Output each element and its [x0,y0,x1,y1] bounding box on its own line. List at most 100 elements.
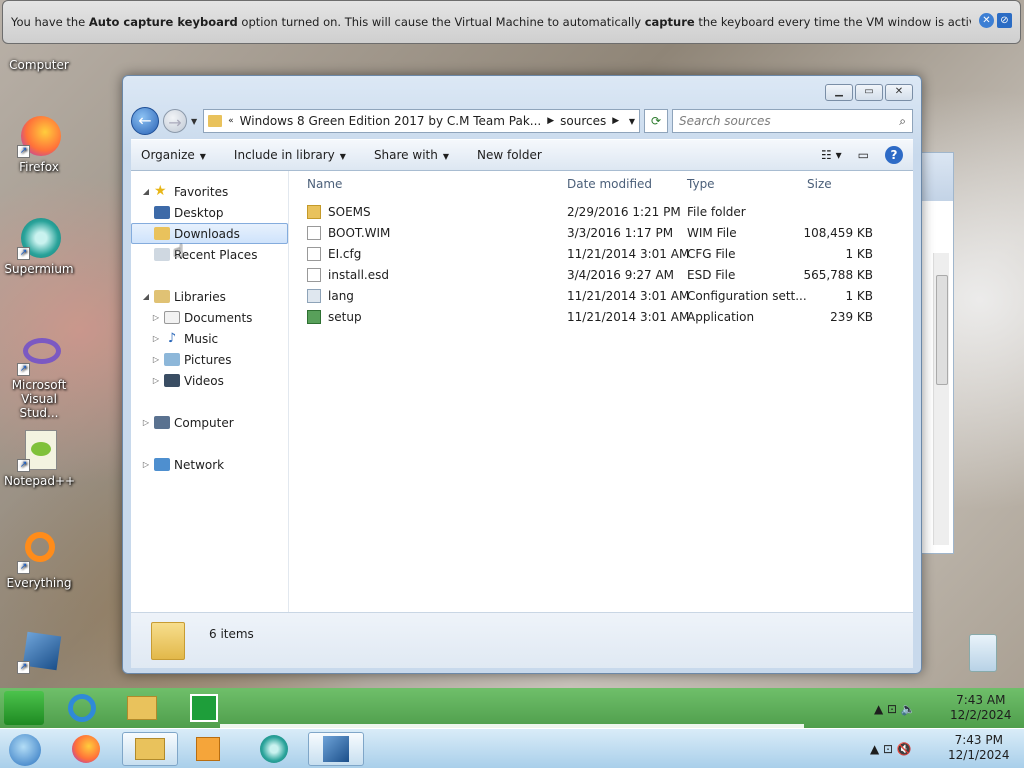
host-virtualbox-icon[interactable] [308,732,364,766]
desktop-icon-firefox[interactable]: ↗ Firefox [4,114,74,174]
computer-icon [154,416,170,429]
desktop-icon-visual-studio[interactable]: ↗ Microsoft Visual Stud... [4,332,74,420]
close-notification-icon[interactable]: ✕ [979,13,994,28]
folder-large-icon [151,621,185,660]
guest-tray-icons[interactable]: ▲ ⊡ 🔈 [874,702,916,717]
settings-file-icon [307,288,321,303]
host-start-button[interactable] [4,732,46,766]
network-icon [154,458,170,471]
file-size: 565,788 KB [803,267,873,282]
media-player-icon[interactable] [188,732,228,766]
music-icon: ♪ [167,331,177,346]
chevron-left-icon[interactable]: « [228,116,234,126]
file-size: 1 KB [845,288,873,303]
host-file-explorer-icon[interactable] [122,732,178,766]
notepadpp-icon: ↗ [17,428,61,472]
file-row[interactable]: SOEMS 2/29/2016 1:21 PM File folder [307,201,877,222]
file-explorer-icon[interactable] [122,691,162,725]
new-folder-button[interactable]: New folder [477,148,542,162]
desktop-icon-computer[interactable]: Computer [4,58,74,72]
file-row[interactable]: install.esd 3/4/2016 9:27 AM ESD File 56… [307,264,877,285]
nav-item-desktop[interactable]: Desktop [131,202,288,223]
include-in-library-button[interactable]: Include in library ▼ [234,148,346,162]
nav-item-pictures[interactable]: ▷ Pictures [131,349,288,370]
file-name: install.esd [328,267,389,282]
search-input[interactable]: Search sources ⌕ [672,109,913,133]
nav-item-downloads[interactable]: Downloads [131,223,288,244]
forward-button[interactable]: → [163,109,187,133]
desktop-icon-virtualbox[interactable]: ↗ [4,630,74,676]
internet-explorer-icon[interactable] [62,691,102,725]
nav-item-videos[interactable]: ▷ Videos [131,370,288,391]
desktop-icon-supermium[interactable]: ↗ Supermium [4,216,74,276]
maximize-button[interactable]: ▭ [855,84,883,101]
file-row[interactable]: BOOT.WIM 3/3/2016 1:17 PM WIM File 108,4… [307,222,877,243]
chevron-right-icon[interactable]: ▶ [612,116,619,126]
folder-icon [208,115,223,127]
host-clock[interactable]: 7:43 PM 12/1/2024 [948,733,1010,763]
breadcrumb-item[interactable]: Windows 8 Green Edition 2017 by C.M Team… [240,114,542,128]
everything-icon: ↗ [17,530,61,574]
file-date: 3/4/2016 9:27 AM [567,267,675,282]
recent-pages-dropdown[interactable]: ▼ [191,117,197,126]
file-date: 3/3/2016 1:17 PM [567,225,674,240]
desktop-icon-label: Microsoft Visual Stud... [11,378,67,420]
downloads-folder-icon [154,227,170,240]
item-count: 6 items [209,626,254,641]
preview-pane-icon[interactable]: ▭ [858,148,869,162]
store-icon[interactable] [184,691,224,725]
breadcrumb-item[interactable]: sources [560,114,606,128]
host-supermium-icon[interactable] [254,732,294,766]
back-button[interactable]: ← [131,107,159,135]
file-type: File folder [687,204,746,219]
share-with-button[interactable]: Share with ▼ [374,148,449,162]
address-bar[interactable]: « Windows 8 Green Edition 2017 by C.M Te… [203,109,640,133]
organize-button[interactable]: Organize ▼ [141,148,206,162]
vm-notification-text: You have the Auto capture keyboard optio… [11,15,971,29]
address-dropdown-icon[interactable]: ▼ [629,117,635,126]
nav-item-documents[interactable]: ▷ Documents [131,307,288,328]
background-window-scrollbar[interactable] [933,253,949,545]
firefox-icon: ↗ [17,114,61,158]
desktop-icon-label: Supermium [4,262,74,276]
nav-item-libraries[interactable]: ◢ Libraries [131,286,288,307]
column-header-date-modified[interactable]: Date modified [567,177,652,191]
file-name: BOOT.WIM [328,225,391,240]
file-type: Configuration sett... [687,288,807,303]
file-type: CFG File [687,246,736,261]
nav-item-network[interactable]: ▷ Network [131,454,288,475]
search-icon: ⌕ [899,113,906,128]
close-button[interactable]: ✕ [885,84,913,101]
column-header-name[interactable]: Name [307,177,342,191]
file-row[interactable]: EI.cfg 11/21/2014 3:01 AM CFG File 1 KB [307,243,877,264]
desktop-icon-recycle-bin[interactable] [944,630,1014,676]
host-firefox-icon[interactable] [66,732,106,766]
column-header-type[interactable]: Type [687,177,715,191]
file-type: WIM File [687,225,737,240]
host-taskbar: ▲ ⊡ 🔇 7:43 PM 12/1/2024 [0,728,1024,768]
minimize-button[interactable]: ▁ [825,84,853,101]
guest-start-button[interactable] [4,691,44,725]
file-size: 1 KB [845,246,873,261]
column-header-size[interactable]: Size [807,177,832,191]
desktop-icon-label: Everything [6,576,72,590]
nav-item-music[interactable]: ▷ ♪ Music [131,328,288,349]
virtualbox-icon: ↗ [17,630,62,674]
pictures-icon [164,353,180,366]
view-options-icon[interactable]: ☷ ▾ [821,148,842,162]
nav-item-favorites[interactable]: ◢ ★ Favorites [131,181,288,202]
file-row[interactable]: setup 11/21/2014 3:01 AM Application 239… [307,306,877,327]
desktop-icon-everything[interactable]: ↗ Everything [4,530,74,590]
chevron-right-icon[interactable]: ▶ [547,116,554,126]
nav-item-recent-places[interactable]: Recent Places [131,244,288,265]
taskbar-area: ▲ ⊡ 🔈 7:43 AM 12/2/2024 ▲ ⊡ 🔇 7:43 PM 12/1… [0,688,1024,768]
recycle-bin-icon [957,630,1001,674]
nav-item-computer[interactable]: ▷ Computer [131,412,288,433]
refresh-button[interactable]: ⟳ [644,109,668,133]
desktop-icon-notepadpp[interactable]: ↗ Notepad++ [4,428,75,488]
disable-notification-icon[interactable]: ⊘ [997,13,1012,28]
help-icon[interactable]: ? [885,146,903,164]
file-row[interactable]: lang 11/21/2014 3:01 AM Configuration se… [307,285,877,306]
host-tray-icons[interactable]: ▲ ⊡ 🔇 [870,742,912,757]
guest-clock[interactable]: 7:43 AM 12/2/2024 [950,693,1012,723]
